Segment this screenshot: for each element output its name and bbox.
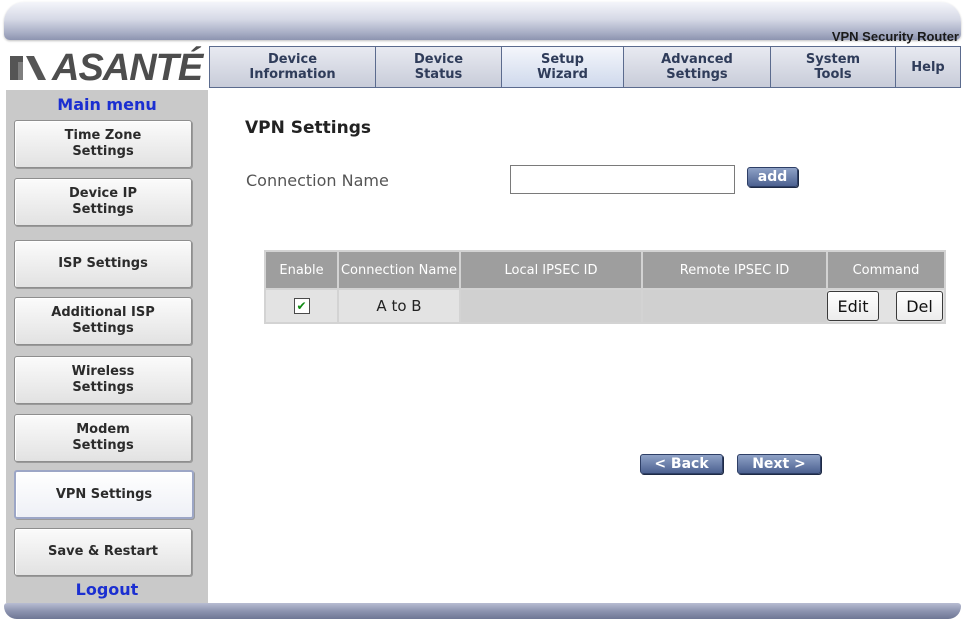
sidebar-item-additional-isp-settings[interactable]: Additional ISP Settings (14, 297, 192, 345)
connection-name-label: Connection Name (246, 171, 389, 190)
tab-device-information[interactable]: Device Information (209, 46, 376, 88)
table-row-enable-cell: ✔ (266, 290, 337, 322)
table-header-connection-name: Connection Name (339, 252, 459, 288)
asante-logo: ASANTÉ (10, 46, 206, 90)
top-frame-bar (4, 2, 961, 40)
sidebar-item-device-ip-settings[interactable]: Device IP Settings (14, 178, 192, 226)
sidebar-item-wireless-settings[interactable]: Wireless Settings (14, 356, 192, 404)
sidebar-item-time-zone-settings[interactable]: Time Zone Settings (14, 120, 192, 168)
table-row-local-ipsec-id (461, 290, 641, 322)
asante-logo-icon (10, 56, 46, 80)
table-row-remote-ipsec-id (643, 290, 826, 322)
add-button[interactable]: add (747, 167, 798, 187)
logo-wordmark: ASANTÉ (52, 47, 203, 89)
next-button[interactable]: Next > (737, 454, 821, 474)
table-header-remote-ipsec-id: Remote IPSEC ID (643, 252, 826, 288)
tab-setup-wizard[interactable]: Setup Wizard (502, 46, 624, 88)
tab-device-status[interactable]: Device Status (376, 46, 502, 88)
connection-name-input[interactable] (510, 165, 735, 194)
sidebar-item-save-restart[interactable]: Save & Restart (14, 528, 192, 576)
table-header-enable: Enable (266, 252, 337, 288)
table-header-local-ipsec-id: Local IPSEC ID (461, 252, 641, 288)
back-button[interactable]: < Back (640, 454, 723, 474)
top-nav: Device Information Device Status Setup W… (209, 46, 961, 88)
vpn-connections-table: Enable Connection Name Local IPSEC ID Re… (264, 250, 946, 324)
tab-help[interactable]: Help (896, 46, 961, 88)
page-title: VPN Settings (245, 118, 372, 138)
sidebar-item-vpn-settings[interactable]: VPN Settings (14, 470, 194, 519)
table-header-command: Command (828, 252, 944, 288)
bottom-frame-bar (4, 603, 961, 619)
tab-advanced-settings[interactable]: Advanced Settings (624, 46, 771, 88)
sidebar-item-isp-settings[interactable]: ISP Settings (14, 240, 192, 288)
edit-button[interactable]: Edit (827, 291, 879, 321)
product-subtitle: VPN Security Router (831, 29, 959, 44)
main-menu-title: Main menu (57, 95, 157, 114)
table-row-connection-name: A to B (339, 290, 459, 322)
tab-system-tools[interactable]: System Tools (771, 46, 896, 88)
sidebar-item-modem-settings[interactable]: Modem Settings (14, 414, 192, 462)
delete-button[interactable]: Del (896, 291, 943, 321)
sidebar: Main menu Time Zone Settings Device IP S… (6, 90, 208, 603)
enable-checkbox[interactable]: ✔ (293, 298, 310, 314)
logout-link[interactable]: Logout (6, 580, 208, 599)
